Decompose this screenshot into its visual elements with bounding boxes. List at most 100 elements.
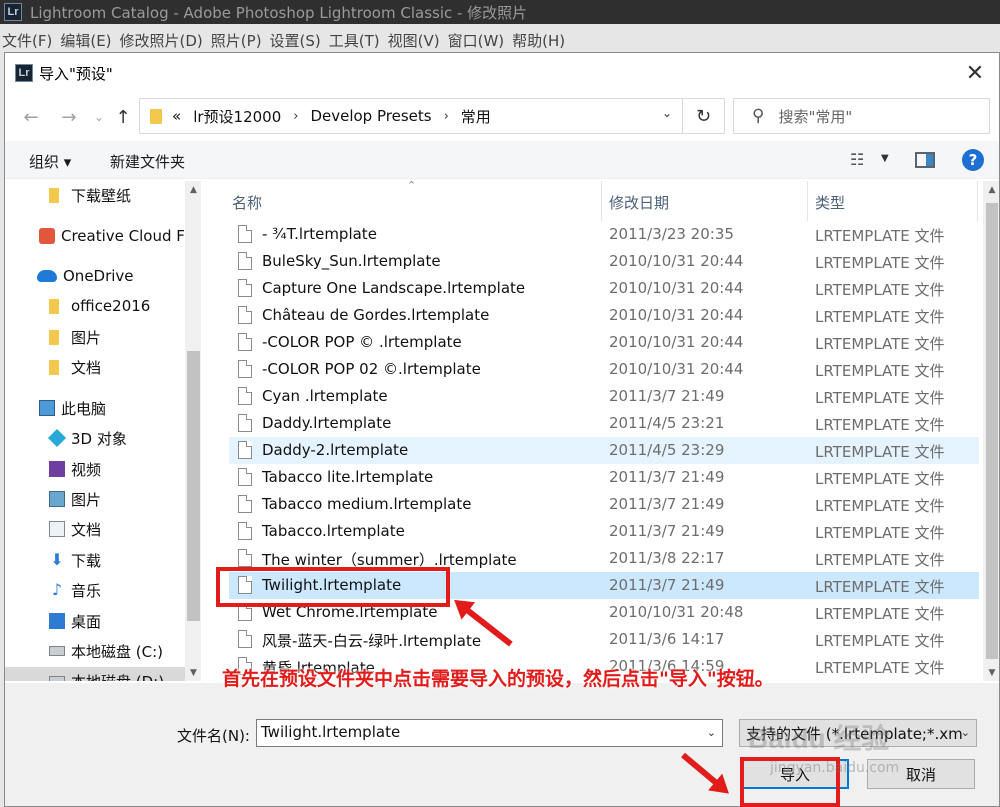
import-presets-dialog: Lr 导入"预设" ✕ ← → ⌄ ↑ « lr预设12000 › Develo… xyxy=(4,52,1000,807)
file-row[interactable]: - ¾T.lrtemplate 2011/3/23 20:35 LRTEMPLATE… xyxy=(229,221,979,248)
menu-window[interactable]: 窗口(W) xyxy=(448,30,505,51)
file-row[interactable]: -COLOR POP 02 ©.lrtemplate 2010/10/31 20:… xyxy=(229,356,979,383)
file-row[interactable]: Tabacco medium.lrtemplate 2011/3/7 21:49 L… xyxy=(229,491,979,518)
file-name: Daddy-2.lrtemplate xyxy=(262,441,409,459)
file-row[interactable]: Château de Gordes.lrtemplate 2010/10/31 2… xyxy=(229,302,979,329)
nav-item-label: 文档 xyxy=(71,358,102,377)
file-type: LRTEMPLATE 文件 xyxy=(815,227,945,245)
column-divider[interactable] xyxy=(601,181,602,221)
new-folder-button[interactable]: 新建文件夹 xyxy=(110,151,185,172)
nav-item-this-pc[interactable]: 此电脑 xyxy=(5,394,185,422)
scrollbar-thumb[interactable] xyxy=(986,203,998,659)
nav-item-label: 图片 xyxy=(71,490,102,509)
view-options-icon[interactable]: ☷ xyxy=(850,150,864,169)
breadcrumb-item[interactable]: 常用 xyxy=(461,106,491,127)
address-bar[interactable]: « lr预设12000 › Develop Presets › 常用 ⌄ xyxy=(139,98,683,134)
column-header-type[interactable]: 类型 xyxy=(815,192,845,213)
column-header-name[interactable]: 名称 xyxy=(232,192,262,213)
chevron-down-icon[interactable]: ⌄ xyxy=(961,726,970,739)
nav-item-office2016[interactable]: office2016 xyxy=(5,292,185,320)
file-row[interactable]: Daddy.lrtemplate 2011/4/5 23:21 LRTEMPLATE… xyxy=(229,410,979,437)
file-modified-date: 2011/3/7 21:49 xyxy=(609,576,725,594)
nav-item-music[interactable]: ♪ 音乐 xyxy=(5,576,185,604)
forward-arrow-icon[interactable]: → xyxy=(55,103,83,131)
menu-file[interactable]: 文件(F) xyxy=(2,30,52,51)
nav-item-creative-cloud[interactable]: Creative Cloud Fi xyxy=(5,222,188,250)
file-row[interactable]: -COLOR POP © .lrtemplate 2010/10/31 20:44… xyxy=(229,329,979,356)
nav-item-drive-c[interactable]: 本地磁盘 (C:) xyxy=(5,637,185,665)
search-box[interactable]: ⚲ 搜索"常用" xyxy=(733,98,990,134)
close-icon[interactable]: ✕ xyxy=(961,59,989,87)
chevron-right-icon[interactable]: › xyxy=(293,109,298,124)
file-list-scrollbar[interactable]: ▲ ▼ xyxy=(983,181,999,681)
column-header-date[interactable]: 修改日期 xyxy=(609,192,669,213)
nav-item-desktop[interactable]: 桌面 xyxy=(5,607,185,635)
chevron-down-icon[interactable]: ⌄ xyxy=(707,726,716,739)
file-modified-date: 2011/3/8 22:17 xyxy=(609,549,725,567)
scroll-up-icon[interactable]: ▲ xyxy=(983,181,999,198)
file-name: BuleSky_Sun.lrtemplate xyxy=(262,252,441,270)
file-name: Capture One Landscape.lrtemplate xyxy=(262,279,526,297)
column-divider[interactable] xyxy=(807,181,808,221)
file-modified-date: 2010/10/31 20:44 xyxy=(609,279,744,297)
file-type: LRTEMPLATE 文件 xyxy=(815,308,945,326)
nav-item-onedrive[interactable]: OneDrive xyxy=(5,262,185,290)
command-toolbar: 组织 ▾ 新建文件夹 ☷ ▼ ? xyxy=(5,141,999,179)
menu-view[interactable]: 视图(V) xyxy=(388,30,440,51)
menu-tools[interactable]: 工具(T) xyxy=(329,30,380,51)
help-icon[interactable]: ? xyxy=(962,149,984,171)
scroll-down-icon[interactable]: ▼ xyxy=(185,664,201,681)
file-type: LRTEMPLATE 文件 xyxy=(815,443,945,461)
menu-develop[interactable]: 修改照片(D) xyxy=(120,30,203,51)
breadcrumb-item[interactable]: lr预设12000 xyxy=(193,106,281,127)
scroll-up-icon[interactable]: ▲ xyxy=(185,181,201,198)
file-document-icon xyxy=(238,252,252,270)
file-modified-date: 2010/10/31 20:44 xyxy=(609,333,744,351)
menu-edit[interactable]: 编辑(E) xyxy=(60,30,111,51)
filename-input[interactable]: Twilight.lrtemplate ⌄ xyxy=(256,719,723,747)
nav-item-onedrive-documents[interactable]: 文档 xyxy=(5,353,185,381)
navigation-pane: 下载壁纸 Creative Cloud Fi OneDrive office20… xyxy=(5,181,201,681)
file-row[interactable]: Tabacco lite.lrtemplate 2011/3/7 21:49 LRT… xyxy=(229,464,979,491)
up-arrow-icon[interactable]: ↑ xyxy=(109,103,137,131)
file-type: LRTEMPLATE 文件 xyxy=(815,524,945,542)
chevron-right-icon[interactable]: › xyxy=(444,109,449,124)
nav-item-label: 此电脑 xyxy=(61,399,107,418)
chevron-down-icon[interactable]: ⌄ xyxy=(662,106,672,120)
refresh-icon[interactable]: ↻ xyxy=(683,98,725,134)
file-row[interactable]: BuleSky_Sun.lrtemplate 2010/10/31 20:44 LR… xyxy=(229,248,979,275)
lightroom-logo-icon: Lr xyxy=(15,64,33,82)
menu-photo[interactable]: 照片(P) xyxy=(211,30,262,51)
file-row[interactable]: Capture One Landscape.lrtemplate 2010/10/… xyxy=(229,275,979,302)
nav-item-pictures[interactable]: 图片 xyxy=(5,485,185,513)
watermark-url: jingyan.baidu.com xyxy=(770,760,900,776)
menu-help[interactable]: 帮助(H) xyxy=(512,30,565,51)
chevron-down-icon[interactable]: ▼ xyxy=(881,153,889,164)
file-modified-date: 2011/3/7 21:49 xyxy=(609,495,725,513)
back-arrow-icon[interactable]: ← xyxy=(17,103,45,131)
file-row[interactable]: 风景-蓝天-白云-绿叶.lrtemplate 2011/3/6 14:17 LRTE… xyxy=(229,626,979,653)
nav-item-videos[interactable]: 视频 xyxy=(5,455,185,483)
scrollbar-thumb[interactable] xyxy=(187,351,200,621)
nav-item-onedrive-pictures[interactable]: 图片 xyxy=(5,323,185,351)
nav-item-3d-objects[interactable]: 3D 对象 xyxy=(5,424,185,452)
preview-pane-icon[interactable] xyxy=(915,152,935,168)
nav-item-downloads[interactable]: ⬇ 下载 xyxy=(5,546,185,574)
instruction-caption: 首先在预设文件夹中点击需要导入的预设，然后点击"导入"按钮。 xyxy=(222,668,774,690)
nav-item-drive-d[interactable]: 本地磁盘 (D:) xyxy=(5,667,185,681)
organize-button[interactable]: 组织 ▾ xyxy=(29,151,71,172)
file-name: -COLOR POP 02 ©.lrtemplate xyxy=(262,360,481,378)
navigation-bar: ← → ⌄ ↑ « lr预设12000 › Develop Presets › … xyxy=(5,97,999,137)
menu-settings[interactable]: 设置(S) xyxy=(270,30,321,51)
column-divider[interactable] xyxy=(977,181,978,221)
nav-item-wallpaper-downloads[interactable]: 下载壁纸 xyxy=(5,181,185,209)
scroll-down-icon[interactable]: ▼ xyxy=(983,664,999,681)
navigation-pane-scrollbar[interactable]: ▲ ▼ xyxy=(185,181,201,681)
breadcrumb-overflow[interactable]: « xyxy=(172,107,181,125)
file-row[interactable]: Daddy-2.lrtemplate 2011/4/5 23:29 LRTEMPLA… xyxy=(229,437,979,464)
file-row[interactable]: Tabacco.lrtemplate 2011/3/7 21:49 LRTEMPLA… xyxy=(229,518,979,545)
nav-item-documents[interactable]: 文档 xyxy=(5,515,185,543)
breadcrumb-item[interactable]: Develop Presets xyxy=(310,107,431,125)
search-input[interactable]: 搜索"常用" xyxy=(778,106,852,127)
file-row[interactable]: Cyan .lrtemplate 2011/3/7 21:49 LRTEMPLATE… xyxy=(229,383,979,410)
